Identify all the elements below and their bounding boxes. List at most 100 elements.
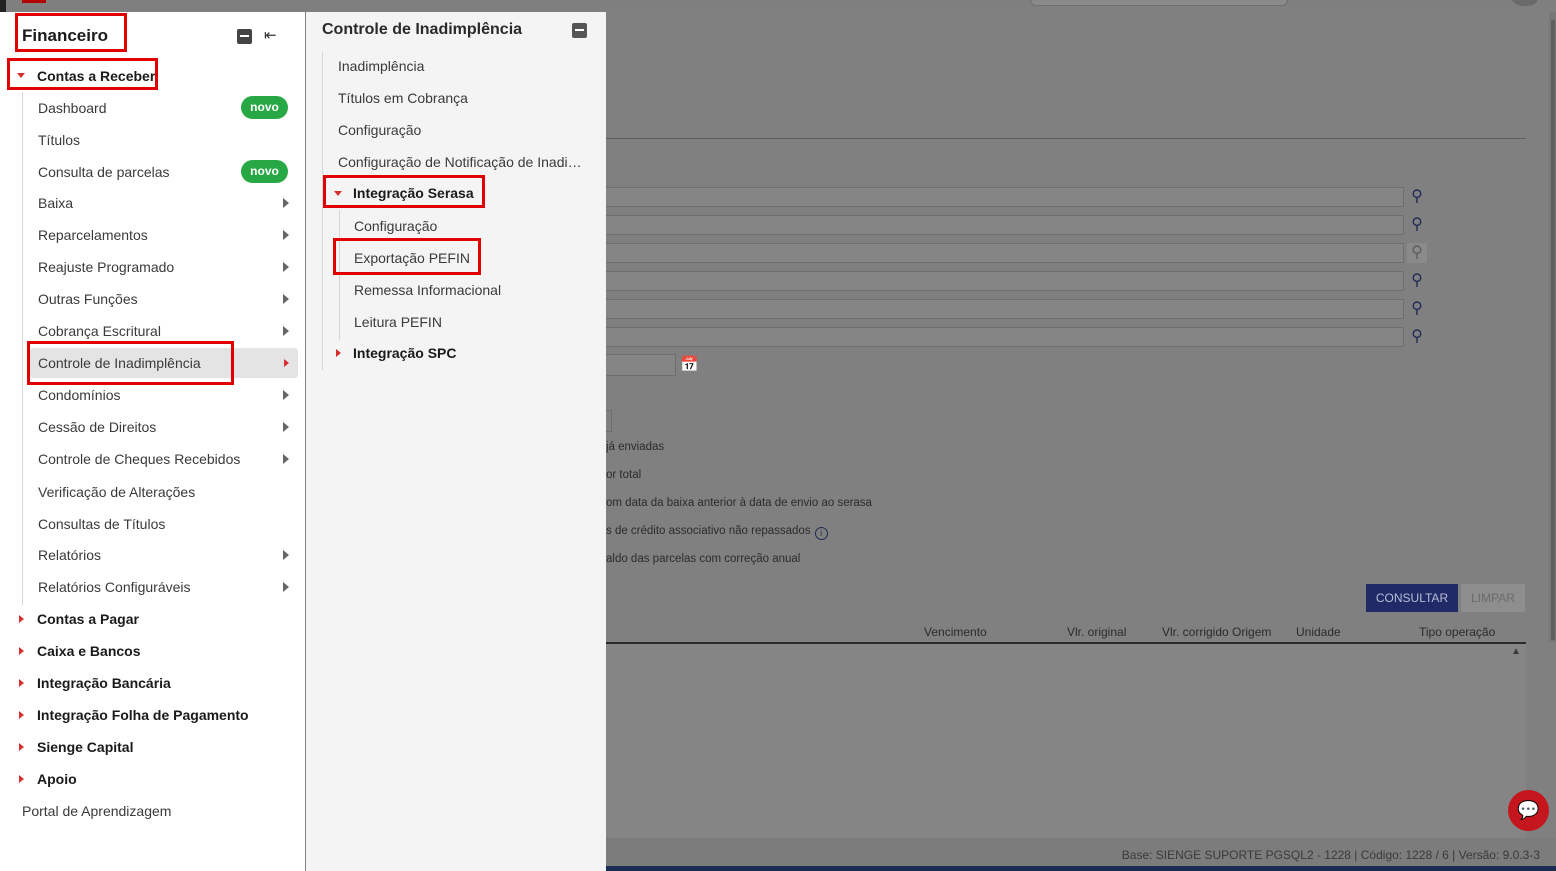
filter-field-6[interactable] (606, 327, 1404, 347)
option-label: or total (606, 469, 642, 481)
tree-line (339, 210, 340, 340)
highlight-box-contas-receber (7, 58, 158, 90)
column-header[interactable]: Vlr. corrigido Origem (1162, 625, 1271, 639)
menu-item-relatorios-configuraveis[interactable]: Relatórios Configuráveis (38, 574, 191, 600)
search-icon[interactable]: ⚲ (1407, 299, 1427, 319)
limpar-button: LIMPAR (1461, 584, 1525, 612)
submenu-item-configuracao[interactable]: Configuração (338, 117, 421, 143)
portal-aprendizagem-link[interactable]: Portal de Aprendizagem (22, 798, 171, 824)
calendar-icon[interactable]: 📅 (680, 356, 699, 374)
group-sienge-capital[interactable]: Sienge Capital (37, 734, 133, 760)
search-icon: ⚲ (1407, 243, 1427, 263)
tree-line (22, 92, 23, 605)
chevron-right-icon (283, 262, 289, 272)
filter-field-4[interactable] (606, 271, 1404, 291)
chevron-right-icon (283, 326, 289, 336)
menu-item-verificacao-alteracoes[interactable]: Verificação de Alterações (38, 479, 195, 505)
date-field[interactable] (606, 354, 676, 376)
collapse-all-icon[interactable] (572, 23, 587, 38)
collapse-sidebar-icon[interactable]: ⇤ (264, 26, 277, 44)
filter-field-2[interactable] (606, 215, 1404, 235)
new-badge: novo (241, 160, 288, 183)
submenu-item-inadimplencia[interactable]: Inadimplência (338, 53, 424, 79)
search-icon[interactable]: ⚲ (1407, 327, 1427, 347)
chevron-right-icon (283, 390, 289, 400)
divider (606, 138, 1526, 139)
search-icon[interactable]: ⚲ (1407, 187, 1427, 207)
filter-field-3 (606, 243, 1404, 263)
caret-right-icon (19, 743, 24, 751)
group-integracao-spc[interactable]: Integração SPC (353, 340, 456, 366)
submenu-title: Controle de Inadimplência (322, 21, 523, 38)
brand-mark (22, 0, 46, 3)
submenu-item-titulos-cobranca[interactable]: Títulos em Cobrança (338, 85, 468, 111)
caret-right-icon (19, 679, 24, 687)
top-bar (0, 0, 1556, 12)
filter-field-5[interactable] (606, 299, 1404, 319)
caret-right-icon (19, 615, 24, 623)
column-header[interactable]: Vlr. original (1067, 625, 1126, 639)
consultar-button[interactable]: CONSULTAR (1366, 584, 1458, 612)
controle-inadimplencia-submenu: Controle de Inadimplência Inadimplência … (306, 12, 606, 871)
highlight-box-financeiro (15, 13, 127, 52)
chevron-right-icon (283, 550, 289, 560)
caret-right-icon (19, 647, 24, 655)
menu-item-consultas-titulos[interactable]: Consultas de Títulos (38, 511, 165, 537)
chevron-right-icon (283, 454, 289, 464)
financeiro-menu: Financeiro ⇤ Contas a Receber Dashboard … (0, 12, 305, 871)
option-label: aldo das parcelas com correção anual (606, 553, 801, 565)
option-label: s de crédito associativo não repassados (606, 525, 811, 537)
group-integracao-bancaria[interactable]: Integração Bancária (37, 670, 171, 696)
group-apoio[interactable]: Apoio (37, 766, 77, 792)
option-label: já enviadas (606, 441, 665, 453)
chat-icon[interactable]: 💬 (1508, 790, 1549, 831)
new-badge: novo (241, 96, 288, 119)
search-icon[interactable]: ⚲ (1407, 271, 1427, 291)
column-header[interactable]: Vencimento (924, 625, 987, 639)
highlight-box-controle-inadimplencia (27, 341, 234, 385)
submenu-item-config-notificacao[interactable]: Configuração de Notificação de Inadi… (338, 149, 582, 175)
search-icon[interactable]: ⚲ (1407, 215, 1427, 235)
menu-item-baixa[interactable]: Baixa (38, 190, 73, 216)
scrollbar-thumb[interactable] (1551, 20, 1555, 640)
chevron-right-icon (283, 422, 289, 432)
menu-item-outras-funcoes[interactable]: Outras Funções (38, 286, 138, 312)
option-label: om data da baixa anterior à data de envi… (606, 497, 872, 509)
menu-item-titulos[interactable]: Títulos (38, 127, 80, 153)
global-search[interactable] (1030, 0, 1288, 6)
menu-item-cessao-direitos[interactable]: Cessão de Direitos (38, 414, 156, 440)
filter-field-1[interactable] (606, 187, 1404, 207)
menu-item-relatorios[interactable]: Relatórios (38, 542, 101, 568)
results-table (606, 644, 1526, 838)
info-icon[interactable]: i (814, 527, 828, 540)
group-integracao-folha[interactable]: Integração Folha de Pagamento (37, 702, 249, 728)
chevron-right-icon (283, 198, 289, 208)
menu-item-controle-cheques[interactable]: Controle de Cheques Recebidos (38, 446, 240, 472)
group-contas-a-pagar[interactable]: Contas a Pagar (37, 606, 139, 632)
highlight-box-integracao-serasa (323, 175, 485, 208)
group-caixa-e-bancos[interactable]: Caixa e Bancos (37, 638, 141, 664)
chevron-right-icon (284, 359, 289, 367)
menu-item-reajuste-programado[interactable]: Reajuste Programado (38, 254, 174, 280)
menu-item-consulta-parcelas[interactable]: Consulta de parcelas (38, 159, 170, 185)
caret-right-icon (19, 711, 24, 719)
sort-up-icon[interactable]: ▲ (1511, 646, 1521, 657)
submenu-item-leitura-pefin[interactable]: Leitura PEFIN (354, 309, 442, 335)
highlight-box-exportacao-pefin (333, 238, 481, 275)
menu-item-dashboard[interactable]: Dashboard (38, 95, 107, 121)
column-header[interactable]: Tipo operação (1419, 625, 1495, 639)
caret-right-icon (336, 349, 341, 357)
menu-item-reparcelamentos[interactable]: Reparcelamentos (38, 222, 148, 248)
submenu-item-serasa-configuracao[interactable]: Configuração (354, 213, 437, 239)
chevron-right-icon (283, 582, 289, 592)
column-header[interactable]: Unidade (1296, 625, 1341, 639)
chevron-right-icon (283, 230, 289, 240)
chevron-right-icon (283, 294, 289, 304)
footer-info: Base: SIENGE SUPORTE PGSQL2 - 1228 | Cód… (1121, 848, 1540, 862)
caret-right-icon (19, 775, 24, 783)
menu-item-condominios[interactable]: Condomínios (38, 382, 121, 408)
collapse-all-icon[interactable] (237, 29, 252, 44)
tree-line (322, 52, 323, 370)
option-label-with-info: s de crédito associativo não repassados i (606, 525, 828, 540)
submenu-item-remessa-informacional[interactable]: Remessa Informacional (354, 277, 501, 303)
